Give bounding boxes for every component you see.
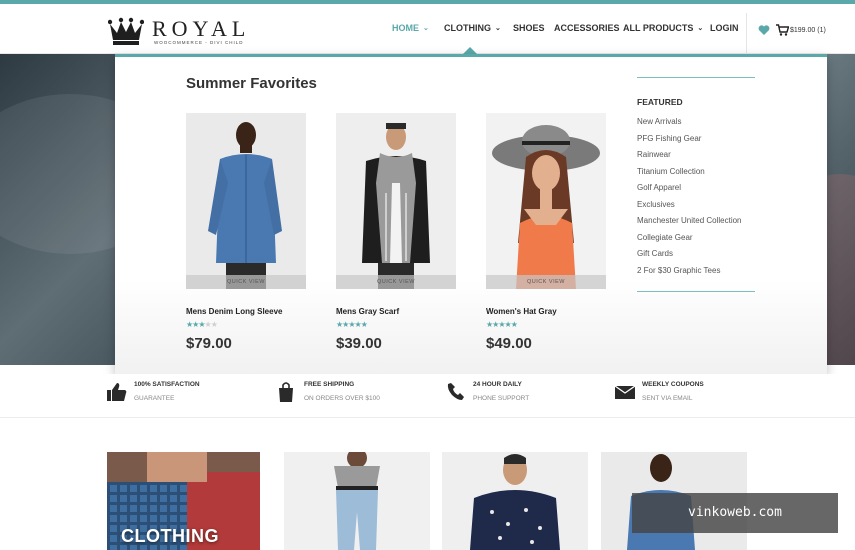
product-price: $49.00 <box>486 335 532 352</box>
feature-subtitle: SENT VIA EMAIL <box>642 395 693 402</box>
star-rating: ★★★★★ <box>336 320 368 329</box>
site-header: ROYAL WOOCOMMERCE - DIVI CHILD HOME ⌄ CLO… <box>0 4 855 54</box>
phone-icon <box>447 383 464 400</box>
star-icon: ★★★ <box>186 320 205 329</box>
product-name[interactable]: Mens Gray Scarf <box>336 307 399 316</box>
model-denim-shirt-image <box>186 113 306 289</box>
product-price: $39.00 <box>336 335 382 352</box>
nav-item-accessories[interactable]: ACCESSORIES <box>554 23 620 33</box>
featured-link[interactable]: 2 For $30 Graphic Tees <box>637 266 742 283</box>
featured-link[interactable]: Titanium Collection <box>637 167 742 184</box>
featured-link[interactable]: Gift Cards <box>637 249 742 266</box>
product-name[interactable]: Mens Denim Long Sleeve <box>186 307 282 316</box>
cart-total[interactable]: $199.00 (1) <box>790 27 826 34</box>
envelope-icon <box>614 385 636 399</box>
category-tile-clothing[interactable]: CLOTHING <box>107 452 260 550</box>
chevron-down-icon: ⌄ <box>697 25 704 32</box>
category-tile[interactable] <box>442 452 588 550</box>
featured-title: FEATURED <box>637 97 683 107</box>
feature-subtitle: GUARANTEE <box>134 395 175 402</box>
featured-divider <box>637 77 755 78</box>
cart-icon[interactable] <box>776 24 789 36</box>
star-rating: ★★★★★ <box>486 320 518 329</box>
shopping-bag-icon <box>279 382 293 402</box>
feature-subtitle: ON ORDERS OVER $100 <box>304 395 380 402</box>
star-rating: ★★★★★ <box>186 320 218 329</box>
product-image[interactable]: QUICK VIEW <box>486 113 606 289</box>
product-name[interactable]: Women's Hat Gray <box>486 307 557 316</box>
category-image <box>442 452 588 550</box>
nav-item-clothing[interactable]: CLOTHING ⌄ <box>444 23 501 33</box>
featured-link[interactable]: Rainwear <box>637 150 742 167</box>
star-icon: ★★★★★ <box>486 320 518 329</box>
category-label: CLOTHING <box>121 526 219 546</box>
quick-view-button[interactable]: QUICK VIEW <box>186 275 306 289</box>
nav-item-home[interactable]: HOME ⌄ <box>392 23 429 33</box>
chevron-down-icon: ⌄ <box>423 25 429 32</box>
featured-link[interactable]: Collegiate Gear <box>637 233 742 250</box>
nav-label: CLOTHING <box>444 23 491 33</box>
featured-link[interactable]: New Arrivals <box>637 117 742 134</box>
model-gray-scarf-image <box>336 113 456 289</box>
product-price: $79.00 <box>186 335 232 352</box>
featured-link[interactable]: Exclusives <box>637 200 742 217</box>
nav-label: SHOES <box>513 23 545 33</box>
dropdown-pointer <box>463 47 477 54</box>
heart-icon[interactable] <box>758 24 770 36</box>
featured-link[interactable]: Manchester United Collection <box>637 216 742 233</box>
featured-link[interactable]: Golf Apparel <box>637 183 742 200</box>
main-nav: HOME ⌄ CLOTHING ⌄ SHOES ACCESSORIES ALL PR… <box>0 23 855 39</box>
nav-divider <box>746 13 747 53</box>
star-icon: ★★ <box>204 320 218 329</box>
mega-menu: Summer Favorites QUICK VIEW Mens Denim L… <box>115 54 827 374</box>
nav-label: ALL PRODUCTS <box>623 23 694 33</box>
nav-label: LOGIN <box>710 23 739 33</box>
nav-item-shoes[interactable]: SHOES <box>513 23 545 33</box>
category-image <box>284 452 430 550</box>
nav-label: HOME <box>392 23 419 33</box>
quick-view-button[interactable]: QUICK VIEW <box>336 275 456 289</box>
mega-menu-title: Summer Favorites <box>186 75 317 92</box>
nav-label: ACCESSORIES <box>554 23 620 33</box>
quick-view-button[interactable]: QUICK VIEW <box>486 275 606 289</box>
feature-subtitle: PHONE SUPPORT <box>473 395 530 402</box>
model-gray-hat-image <box>486 113 606 289</box>
product-image[interactable]: QUICK VIEW <box>186 113 306 289</box>
product-image[interactable]: QUICK VIEW <box>336 113 456 289</box>
star-icon: ★★★★★ <box>336 320 368 329</box>
feature-title: WEEKLY COUPONS <box>642 381 704 388</box>
feature-title: 24 HOUR DAILY <box>473 381 522 388</box>
category-tile[interactable] <box>284 452 430 550</box>
features-bar: 100% SATISFACTION GUARANTEE FREE SHIPPIN… <box>0 374 855 418</box>
featured-link[interactable]: PFG Fishing Gear <box>637 134 742 151</box>
thumbs-up-icon <box>107 383 127 401</box>
feature-title: 100% SATISFACTION <box>134 381 200 388</box>
logo-tagline: WOOCOMMERCE - DIVI CHILD <box>154 40 244 45</box>
watermark: vinkoweb.com <box>632 493 838 533</box>
chevron-down-icon: ⌄ <box>495 25 501 32</box>
nav-item-all-products[interactable]: ALL PRODUCTS ⌄ <box>623 23 703 33</box>
featured-divider <box>637 291 755 292</box>
nav-item-login[interactable]: LOGIN <box>710 23 739 33</box>
feature-title: FREE SHIPPING <box>304 381 355 388</box>
featured-list: New Arrivals PFG Fishing Gear Rainwear T… <box>637 117 742 282</box>
